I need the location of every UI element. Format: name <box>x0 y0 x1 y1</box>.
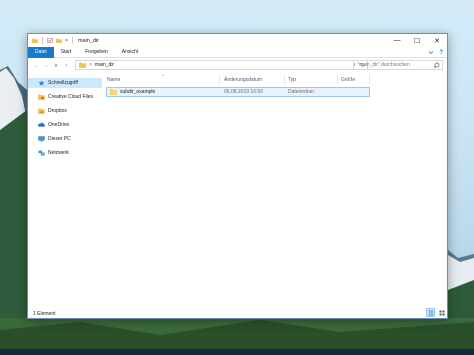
file-name: subdir_example <box>120 89 156 95</box>
column-header-modified[interactable]: Änderungsdatum <box>224 75 262 84</box>
creative-cloud-icon <box>38 94 45 100</box>
file-name-cell: subdir_example <box>110 88 155 96</box>
column-divider[interactable] <box>219 75 220 84</box>
address-row: ← → ∨ ↑ > main_dir ∨ ↻ "main_dir" durchs… <box>28 58 447 73</box>
sidebar-item-dropbox[interactable]: Dropbox <box>28 106 102 116</box>
sidebar-item-label: Dropbox <box>48 108 67 114</box>
toolbar-divider <box>71 37 73 44</box>
tab-ansicht[interactable]: Ansicht <box>115 47 145 58</box>
maximize-button[interactable]: ☐ <box>407 34 427 47</box>
sidebar-item-onedrive[interactable]: OneDrive <box>28 120 102 130</box>
column-header-size[interactable]: Größe <box>341 75 355 84</box>
file-type: Dateiordner <box>288 89 315 95</box>
recent-locations-button[interactable]: ∨ <box>51 61 61 71</box>
onedrive-icon <box>38 122 45 127</box>
tab-datei[interactable]: Datei <box>28 46 54 58</box>
search-placeholder: "main_dir" durchsuchen <box>357 62 410 68</box>
sidebar-item-dieser-pc[interactable]: Dieser PC <box>28 134 102 144</box>
sidebar-item-label: Creative Cloud Files <box>48 94 94 100</box>
search-input[interactable]: "main_dir" durchsuchen <box>353 60 443 70</box>
ribbon-tabs: Datei Start Freigeben Ansicht ? <box>28 46 447 58</box>
help-icon[interactable]: ? <box>439 50 443 56</box>
column-divider[interactable] <box>369 75 370 84</box>
toolbar-divider <box>42 37 43 44</box>
tab-start[interactable]: Start <box>54 47 79 58</box>
up-button[interactable]: ↑ <box>61 61 71 71</box>
star-icon <box>38 80 45 86</box>
properties-icon[interactable] <box>47 38 53 43</box>
search-icon[interactable] <box>433 62 440 69</box>
close-button[interactable]: ✕ <box>427 34 447 47</box>
sidebar-item-schnellzugriff[interactable]: Schnellzugriff <box>28 78 102 88</box>
item-count: 1 Element <box>33 310 56 317</box>
column-divider[interactable] <box>337 75 338 84</box>
back-button[interactable]: ← <box>31 61 41 71</box>
navigation-pane: Schnellzugriff Creative Cloud Files Drop… <box>28 78 102 304</box>
dropbox-icon <box>38 108 45 114</box>
sidebar-item-label: Netzwerk <box>48 150 69 156</box>
tab-freigeben[interactable]: Freigeben <box>78 47 115 58</box>
quick-access-customize-icon[interactable]: = <box>65 38 68 44</box>
network-icon <box>38 150 45 156</box>
sidebar-item-creative-cloud-files[interactable]: Creative Cloud Files <box>28 92 102 102</box>
forward-button[interactable]: → <box>41 61 51 71</box>
large-icons-view-button[interactable] <box>437 308 446 317</box>
quick-access-toolbar: = <box>28 34 74 47</box>
title-bar: = main_dir — ☐ ✕ <box>28 34 447 47</box>
sidebar-item-label: Schnellzugriff <box>48 80 78 86</box>
table-row[interactable]: subdir_example 05.08.2019 16:50 Dateiord… <box>106 87 370 97</box>
status-bar: 1 Element <box>28 308 447 319</box>
folder-icon <box>79 62 86 68</box>
window-title: main_dir <box>77 37 100 44</box>
sidebar-item-label: Dieser PC <box>48 136 71 142</box>
sidebar-item-netzwerk[interactable]: Netzwerk <box>28 148 102 158</box>
ribbon-right-controls: ? <box>428 47 443 58</box>
breadcrumb-main-dir[interactable]: main_dir <box>95 62 114 68</box>
file-list-pane: Name ^ Änderungsdatum Typ Größe subdir_e… <box>104 73 447 305</box>
sort-indicator-icon: ^ <box>162 73 164 78</box>
file-modified: 05.08.2019 16:50 <box>224 89 263 95</box>
pc-icon <box>38 136 45 142</box>
file-explorer-window: = main_dir — ☐ ✕ Datei Start Freigeben A… <box>27 33 448 319</box>
sidebar-item-label: OneDrive <box>48 122 70 128</box>
path-separator: > <box>89 62 92 68</box>
folder-icon <box>110 89 117 95</box>
address-bar[interactable]: > main_dir ∨ ↻ <box>75 60 368 70</box>
folder-icon <box>32 38 38 43</box>
taskbar <box>0 349 474 355</box>
chevron-down-icon[interactable] <box>428 50 434 55</box>
new-folder-icon[interactable] <box>56 38 62 43</box>
column-header-type[interactable]: Typ <box>288 75 296 84</box>
window-controls: — ☐ ✕ <box>387 34 447 47</box>
large-icons-view-icon <box>439 310 444 315</box>
details-view-icon <box>428 310 433 315</box>
column-header-name[interactable]: Name <box>107 75 120 84</box>
minimize-button[interactable]: — <box>387 34 407 47</box>
details-view-button[interactable] <box>426 308 435 317</box>
column-divider[interactable] <box>284 75 285 84</box>
